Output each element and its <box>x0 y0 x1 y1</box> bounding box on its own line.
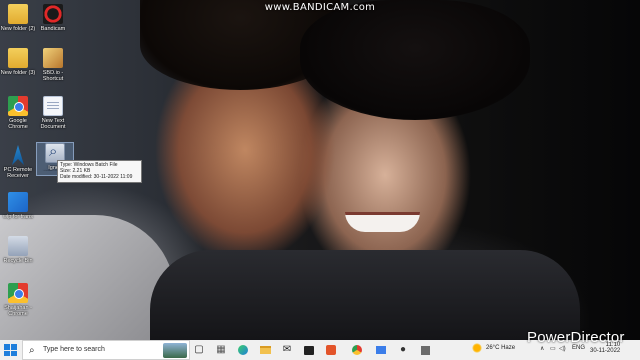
app-taskbar-icon[interactable] <box>418 343 432 357</box>
weather-sun-icon[interactable] <box>472 343 482 353</box>
desktop-icon-chrome-2[interactable]: Shaijahan - Chrome <box>0 283 36 317</box>
widgets-icon[interactable]: ▦ <box>214 343 228 357</box>
edge-icon[interactable] <box>236 343 250 357</box>
wallpaper-hair-right <box>300 0 530 120</box>
desktop-icon-recycle-bin[interactable]: Recycle Bin <box>0 236 36 264</box>
desktop-icon-bandicam[interactable]: Bandicam <box>35 4 71 32</box>
remote-receiver-icon <box>12 145 24 165</box>
search-highlight-art <box>163 343 187 358</box>
desktop-icon-windows[interactable]: wip for trans <box>0 192 36 220</box>
folder-icon <box>8 48 28 68</box>
desktop-icon-remote[interactable]: PC Remote Receiver <box>0 145 36 179</box>
bandicam-icon <box>43 4 63 24</box>
network-icon[interactable]: ▭ <box>550 345 556 352</box>
recycle-bin-icon <box>8 236 28 256</box>
search-placeholder: Type here to search <box>43 346 105 353</box>
tooltip-date: Date modified: 30-11-2022 11:09 <box>60 174 133 181</box>
volume-icon[interactable]: ◁) <box>559 345 566 352</box>
desktop-icon-folder-1[interactable]: New folder (2) <box>0 4 36 32</box>
game-shortcut-icon <box>43 48 63 68</box>
wallpaper-collar <box>0 215 175 340</box>
task-view-icon[interactable]: ▢ <box>192 343 206 357</box>
file-explorer-icon[interactable] <box>258 343 272 357</box>
chrome-icon <box>8 96 28 116</box>
start-button[interactable] <box>4 344 17 356</box>
chrome-taskbar-icon[interactable] <box>350 343 364 357</box>
store-icon[interactable] <box>302 343 316 357</box>
weather-text[interactable]: 26°C Haze <box>486 345 515 351</box>
tray-chevron-icon[interactable]: ∧ <box>540 345 544 352</box>
wallpaper-smile <box>345 212 420 232</box>
search-icon: ⌕ <box>29 345 35 356</box>
bandicam-watermark: www.BANDICAM.com <box>264 2 376 13</box>
desktop-icon-chrome[interactable]: Google Chrome <box>0 96 36 130</box>
chrome-icon <box>8 283 28 303</box>
file-info-tooltip: Type: Windows Batch File Size: 2.21 KB D… <box>57 160 142 183</box>
desktop-icon-games[interactable]: SBD.io - Shortcut <box>35 48 71 82</box>
photos-icon[interactable] <box>374 343 388 357</box>
office-icon[interactable] <box>324 343 338 357</box>
desktop-icon-document[interactable]: New Text Document <box>35 96 71 130</box>
powerdirector-watermark: PowerDirector <box>527 329 625 346</box>
bandicam-taskbar-icon[interactable]: ● <box>396 343 410 357</box>
wallpaper-jacket <box>150 250 580 340</box>
mail-icon[interactable]: ✉ <box>280 343 294 357</box>
folder-icon <box>8 4 28 24</box>
desktop-icon-folder-2[interactable]: New folder (3) <box>0 48 36 76</box>
text-document-icon <box>43 96 63 116</box>
windows-app-icon <box>8 192 28 212</box>
search-box[interactable]: ⌕ Type here to search <box>22 340 190 360</box>
clock-date: 30-11-2022 <box>590 348 621 354</box>
